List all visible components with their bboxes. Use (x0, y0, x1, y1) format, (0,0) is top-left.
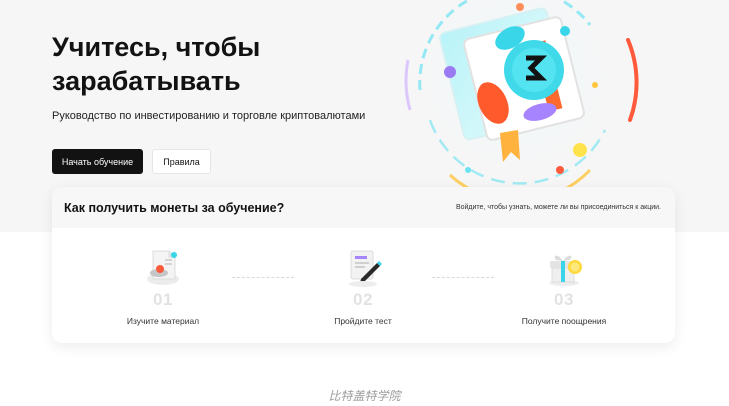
step-connector (432, 277, 494, 278)
step-rewards: 03 Получите поощрения (504, 245, 624, 326)
study-material-icon (147, 250, 179, 285)
card-title: Как получить монеты за обучение? (64, 200, 285, 215)
step-number: 01 (153, 290, 173, 309)
step-label: Получите поощрения (521, 316, 607, 326)
step-number: 03 (554, 290, 574, 309)
page-title: Учитесь, чтобы зарабатывать (52, 32, 261, 96)
step-label: Изучите материал (126, 316, 200, 326)
step-connector (232, 277, 294, 278)
step-number: 02 (353, 290, 373, 309)
rules-button[interactable]: Правила (152, 149, 211, 174)
gift-reward-icon (549, 255, 582, 286)
crypto-book-illustration (404, 0, 639, 200)
start-learning-button[interactable]: Начать обучение (52, 149, 143, 174)
step-study: 01 Изучите материал (103, 245, 223, 326)
step-test: 02 Пройдите тест (303, 245, 423, 326)
card-header: Как получить монеты за обучение? Войдите… (52, 187, 675, 228)
page-subtitle: Руководство по инвестированию и торговле… (52, 110, 366, 122)
test-document-icon (349, 250, 382, 287)
step-label: Пройдите тест (334, 316, 392, 326)
login-note: Войдите, чтобы узнать, можете ли вы прис… (455, 204, 661, 211)
footer-brand-text: 比特盖特学院 (328, 389, 401, 403)
learn-steps-card: Как получить монеты за обучение? Войдите… (52, 187, 675, 343)
